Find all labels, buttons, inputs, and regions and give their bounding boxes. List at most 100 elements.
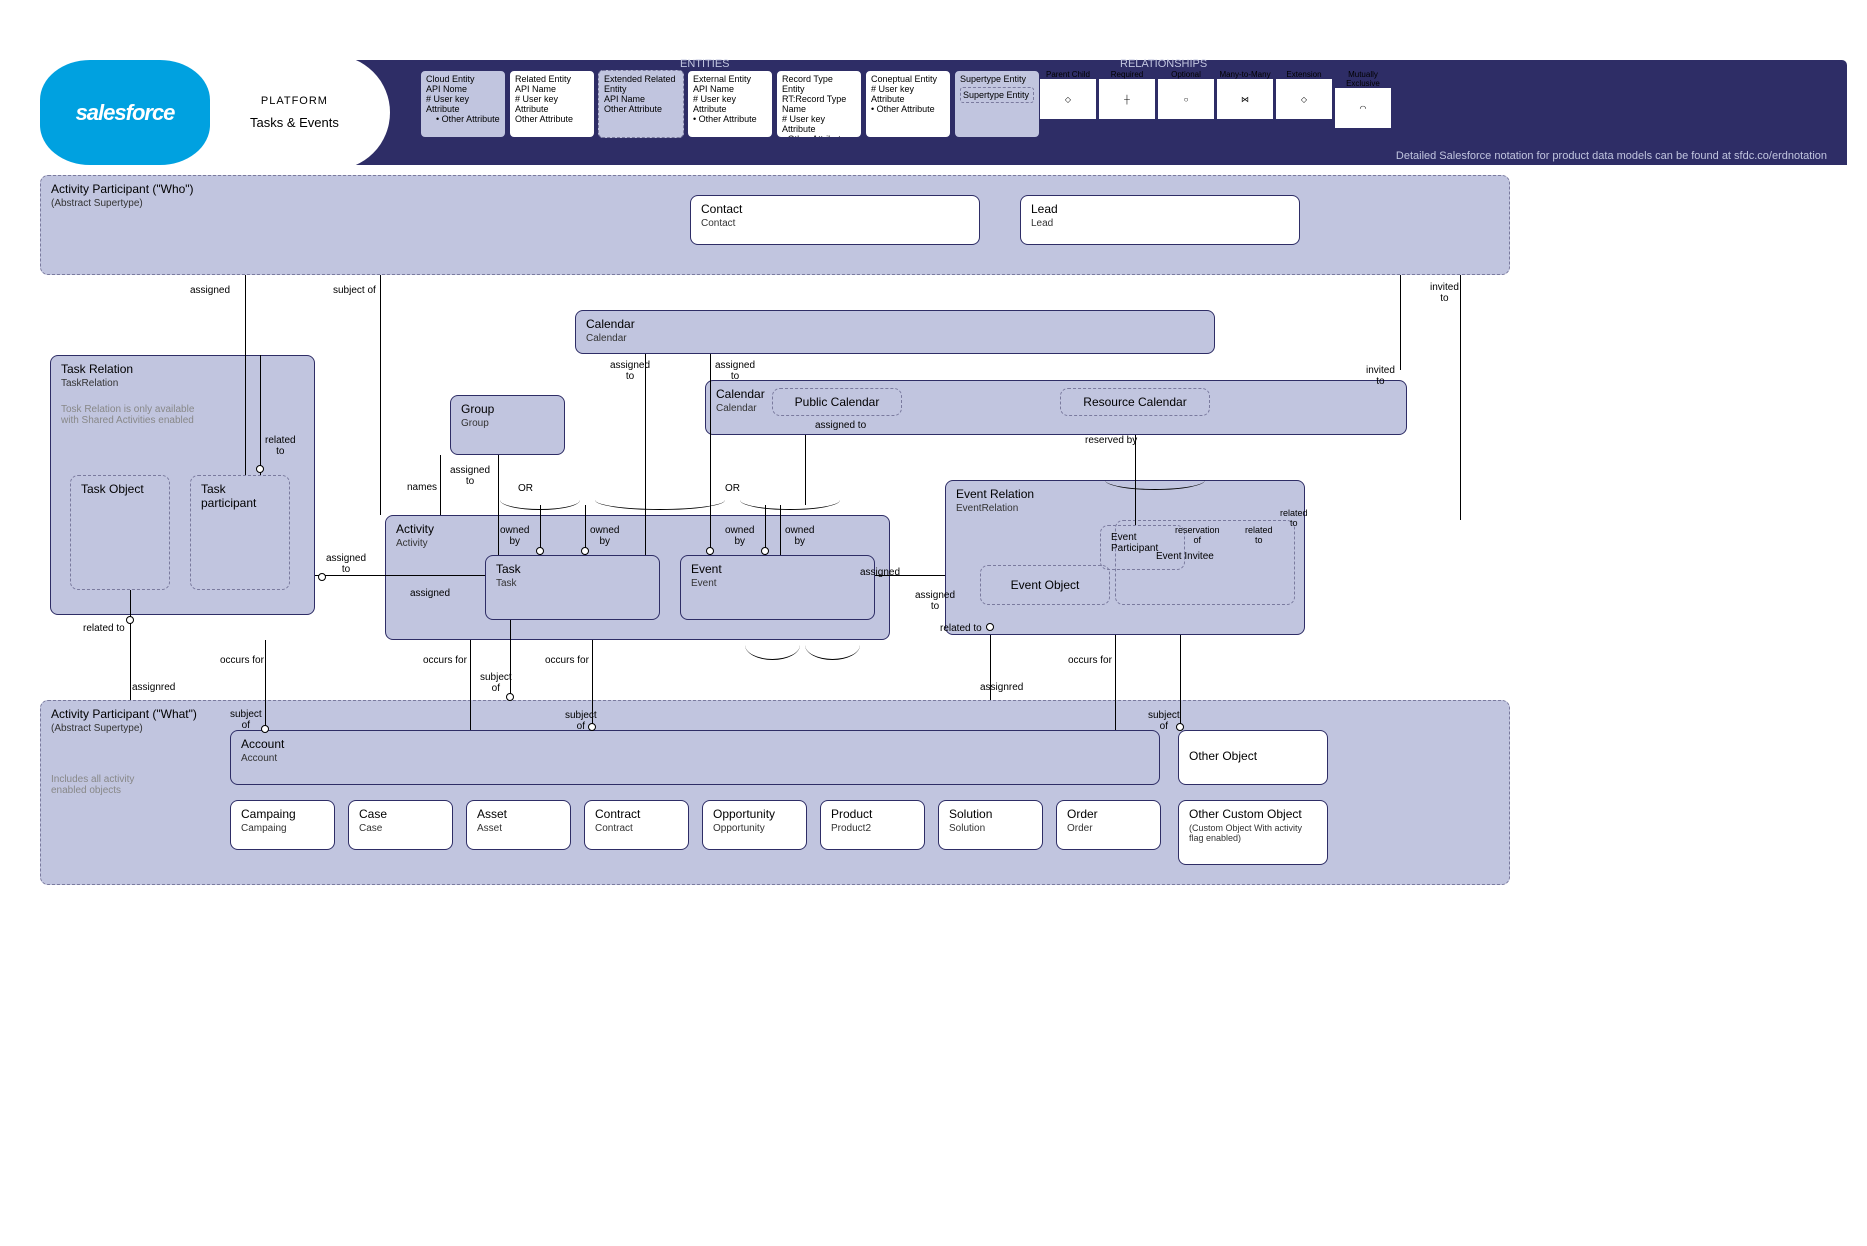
entity-event: Event Event: [680, 555, 875, 620]
line: [1115, 635, 1116, 730]
legend-related-entity: Related Entity API Name # User key Attri…: [509, 70, 595, 138]
label-subject-of5: subjectof: [1148, 710, 1180, 732]
entity-lead: Lead Lead: [1020, 195, 1300, 245]
crowfoot-icon: [318, 573, 326, 581]
legend-supertype-entity: Supertype Entity Supertype Entity: [954, 70, 1040, 138]
label-occurs-for2: occurs for: [423, 655, 467, 666]
label-occurs-for3: occurs for: [545, 655, 589, 666]
entity-solution: SolutionSolution: [938, 800, 1043, 850]
label-assignred: assignred: [132, 682, 175, 693]
line: [710, 354, 711, 555]
supertype-what-title: Activity Participant ("What"): [51, 707, 1499, 721]
entity-asset: AssetAsset: [466, 800, 571, 850]
entity-calendar: Calendar Calendar: [575, 310, 1215, 354]
label-related-to5: relatedto: [1280, 508, 1308, 528]
label-owned-by: ownedby: [500, 525, 529, 547]
label-subject-of: subject of: [333, 285, 376, 296]
legend-entities: Cloud Entity API Nome # User key Attribu…: [420, 70, 1040, 138]
supertype-what-note: Includes all activity enabled objects: [51, 774, 171, 796]
label-or1: OR: [518, 483, 533, 494]
arc-or4: [1105, 470, 1205, 490]
entity-event-participant: Event Participant: [1100, 525, 1185, 570]
entity-other-custom: Other Custom Object(Custom Object With a…: [1178, 800, 1328, 865]
entity-contact: Contact Contact: [690, 195, 980, 245]
line: [780, 505, 781, 555]
line: [315, 575, 485, 576]
crowfoot-icon: [581, 547, 589, 555]
entity-group: Group Group: [450, 395, 565, 455]
label-owned-by2: ownedby: [590, 525, 619, 547]
crowfoot-icon: [256, 465, 264, 473]
entities-section-label: ENTITIES: [680, 58, 730, 70]
legend-external-entity: External Entity API Name # User key Attr…: [687, 70, 773, 138]
header-bar: ENTITIES RELATIONSHIPS salesforce PLATFO…: [20, 60, 1847, 165]
label-occurs-for: occurs for: [220, 655, 264, 666]
label-reservation-of: reservationof: [1175, 525, 1220, 545]
label-assigned-to6: assignedto: [326, 553, 366, 575]
label-related-to: relatedto: [265, 435, 296, 457]
crowfoot-icon: [1176, 723, 1184, 731]
label-assigned-to5: assignedto: [450, 465, 490, 487]
label-reserved-by: reserved by: [1085, 435, 1137, 446]
label-assigned-to: assigned to: [815, 420, 866, 431]
arc-or2: [595, 490, 725, 510]
arc-or1: [500, 490, 580, 510]
label-assigned3: assigned: [860, 567, 900, 578]
logo-text: salesforce: [76, 100, 175, 126]
entity-task-object: Task Object: [70, 475, 170, 590]
label-invited-to: invitedto: [1430, 282, 1459, 304]
entity-account: Account Account: [230, 730, 1160, 785]
crowfoot-icon: [536, 547, 544, 555]
line: [245, 275, 246, 475]
label-or2: OR: [725, 483, 740, 494]
label-subject-of2: subjectof: [480, 672, 512, 694]
line: [130, 590, 131, 700]
many-to-many-icon: ⋈: [1217, 79, 1273, 119]
supertype-who-title: Activity Participant ("Who"): [51, 182, 1499, 196]
crowfoot-icon: [506, 693, 514, 701]
label-owned-by4: ownedby: [785, 525, 814, 547]
label-related-to3: related to: [940, 623, 982, 634]
crowfoot-icon: [761, 547, 769, 555]
line: [265, 640, 266, 730]
label-invited-to2: invitedto: [1366, 365, 1395, 387]
label-related-to2: related to: [83, 623, 125, 634]
relationships-section-label: RELATIONSHIPS: [1120, 58, 1207, 70]
entity-opportunity: OpportunityOpportunity: [702, 800, 807, 850]
legend-conceptual-entity: Coneptual Entity # User key Attribute • …: [865, 70, 951, 138]
optional-icon: ○: [1158, 79, 1214, 119]
required-icon: ┼: [1099, 79, 1155, 119]
line: [645, 354, 646, 555]
label-occurs-for4: occurs for: [1068, 655, 1112, 666]
line: [440, 455, 441, 515]
entity-campaign: CampaingCampaing: [230, 800, 335, 850]
entity-task-participant: Task participant: [190, 475, 290, 590]
entity-public-calendar: Public Calendar: [772, 388, 902, 416]
label-names: names: [407, 482, 437, 493]
label-assigned-to4: assignedto: [715, 360, 755, 382]
line: [498, 455, 499, 555]
mutually-exclusive-icon: ◠: [1335, 88, 1391, 128]
legend-record-type-entity: Record Type Entity RT:Record Type Name #…: [776, 70, 862, 138]
entity-case: CaseCase: [348, 800, 453, 850]
legend-extended-entity: Extended Related Entity API Name Other A…: [598, 70, 684, 138]
arc-or3: [740, 490, 840, 510]
entity-resource-calendar: Resource Calendar: [1060, 388, 1210, 416]
line: [1400, 275, 1401, 370]
line: [1180, 635, 1181, 730]
page-title: Tasks & Events: [250, 115, 339, 130]
label-assignred2: assignred: [980, 682, 1023, 693]
platform-label: PLATFORM: [250, 95, 339, 107]
label-assigned-to3: assignedto: [610, 360, 650, 382]
arc-self1: [745, 630, 800, 660]
line: [1460, 275, 1461, 520]
diagram-canvas: Activity Participant ("Who") (Abstract S…: [20, 175, 1847, 1226]
entity-order: OrderOrder: [1056, 800, 1161, 850]
extension-icon: ◇: [1276, 79, 1332, 119]
crowfoot-icon: [986, 623, 994, 631]
legend-relationships: Parent Child◇ Required┼ Optional○ Many-t…: [1040, 70, 1510, 128]
entity-other-object: Other Object: [1178, 730, 1328, 785]
legend-cloud-entity: Cloud Entity API Nome # User key Attribu…: [420, 70, 506, 138]
label-assigned: assigned: [190, 285, 230, 296]
crowfoot-icon: [126, 616, 134, 624]
